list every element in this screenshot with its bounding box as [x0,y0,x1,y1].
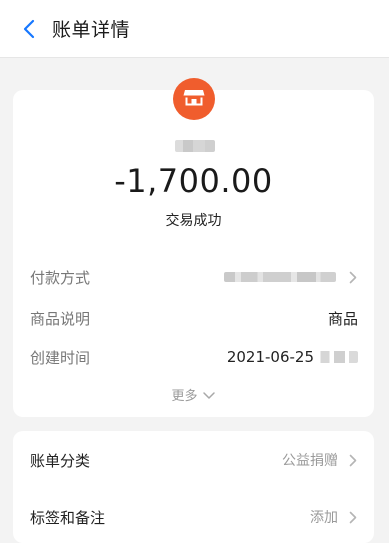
product-description-value: 商品 [327,309,358,328]
bill-category-control[interactable]: 公益捐赠 [282,450,358,470]
merchant-name-redacted [175,140,215,152]
bill-actions-card: 账单分类 公益捐赠 标签和备注 添加 [13,431,374,543]
created-time-value: 2021-06-25 [227,348,358,366]
bill-category-value: 公益捐赠 [282,453,338,469]
tags-notes-control[interactable]: 添加 [310,507,358,527]
chevron-right-icon [348,510,358,524]
merchant-avatar [173,78,215,120]
created-time-row: 创建时间 2021-06-25 [30,345,358,369]
chevron-down-icon [202,390,216,400]
created-time-text: 2021-06-25 [226,348,314,366]
tags-notes-row[interactable]: 标签和备注 添加 [30,504,358,530]
storefront-icon [182,87,206,111]
transaction-amount: -1,700.00 [114,162,273,200]
created-time-label: 创建时间 [30,348,91,367]
top-bar: 账单详情 [0,0,389,58]
more-label: 更多 [171,389,198,404]
tags-notes-value: 添加 [310,510,338,526]
payment-method-value[interactable] [224,270,358,284]
bill-category-label: 账单分类 [30,451,91,470]
product-description-row: 商品说明 商品 [30,306,358,330]
payment-method-row[interactable]: 付款方式 [30,265,358,289]
tags-notes-label: 标签和备注 [30,508,106,527]
chevron-right-icon [348,453,358,467]
page-title: 账单详情 [52,19,131,41]
bill-category-row[interactable]: 账单分类 公益捐赠 [30,447,358,473]
payment-method-label: 付款方式 [30,268,91,287]
more-toggle[interactable]: 更多 [13,385,374,404]
created-time-redacted [314,351,358,363]
payment-method-redacted [224,272,336,282]
transaction-status: 交易成功 [165,213,222,229]
chevron-right-icon [348,270,358,284]
back-icon[interactable] [18,18,40,40]
product-description-label: 商品说明 [30,309,91,328]
bill-summary-card: -1,700.00 交易成功 付款方式 商品说明 商品 创建时间 2021-06… [13,78,374,417]
